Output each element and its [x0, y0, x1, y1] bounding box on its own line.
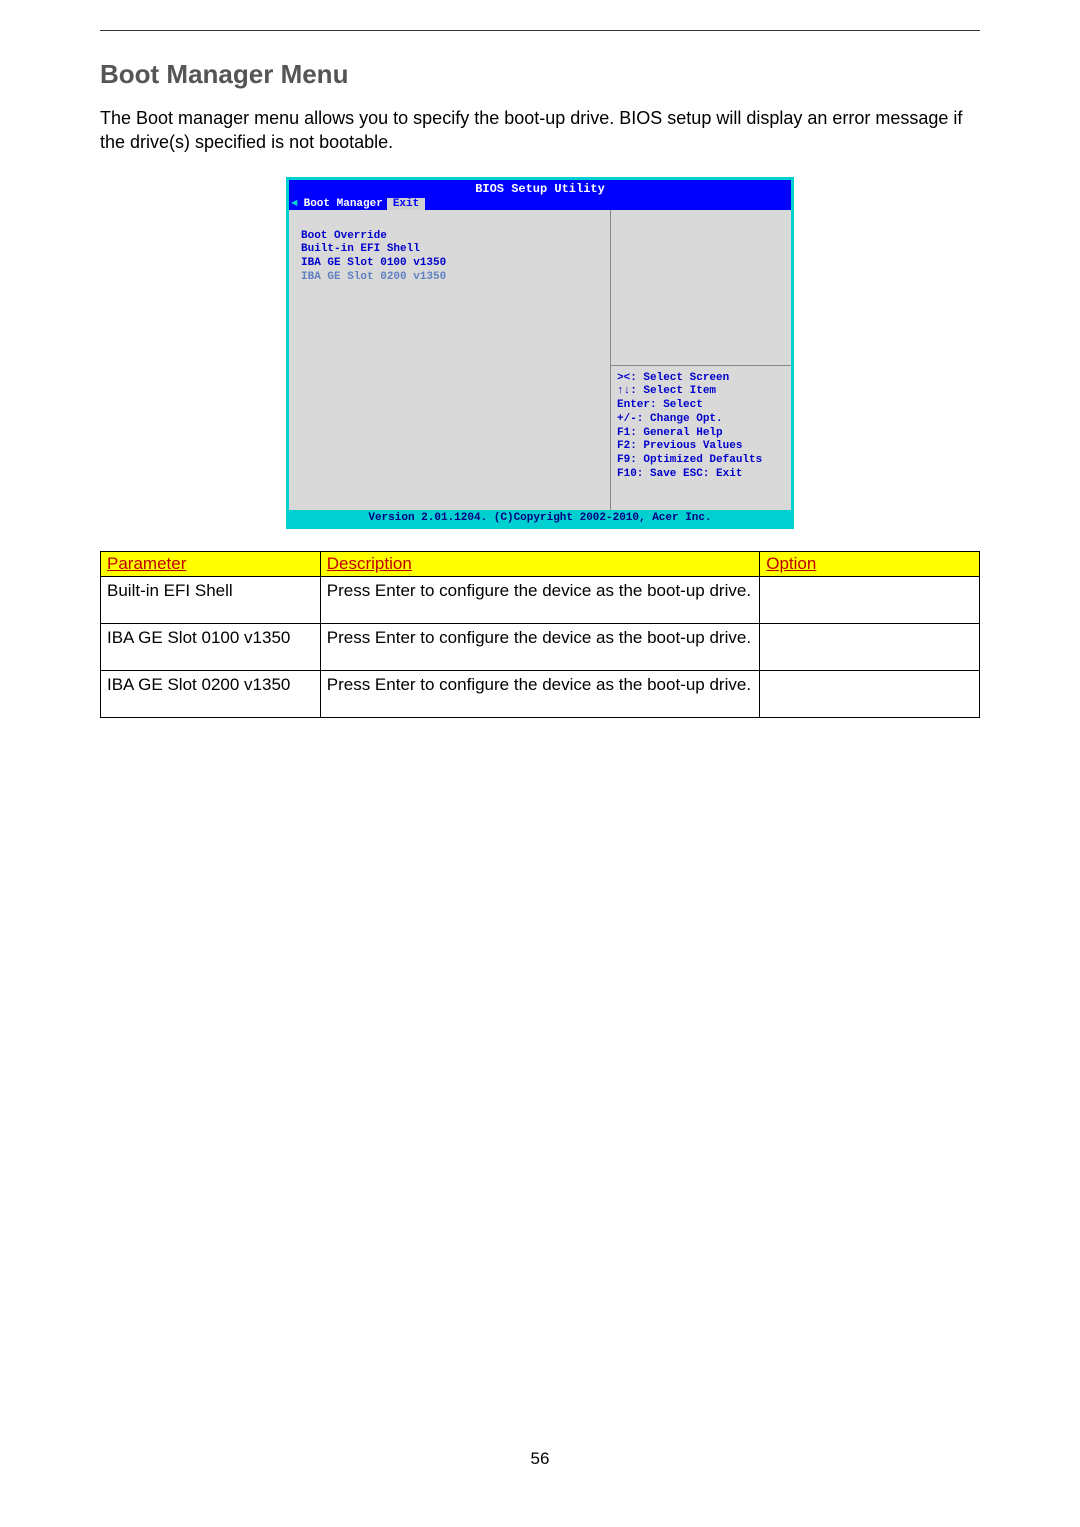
bios-item-iba-0100: IBA GE Slot 0100 v1350 [301, 257, 598, 271]
bios-right-top [611, 210, 791, 366]
th-option: Option [760, 551, 980, 576]
bios-help-line: Enter: Select [617, 399, 785, 413]
cell-opt [760, 576, 980, 623]
bios-help-line: F10: Save ESC: Exit [617, 468, 785, 482]
cell-desc: Press Enter to configure the device as t… [320, 670, 760, 717]
bios-help-line: F9: Optimized Defaults [617, 454, 785, 468]
bios-tabbar: ◄ Boot Manager Exit [289, 198, 791, 210]
bios-tab-exit: Exit [387, 198, 425, 210]
bios-screenshot: BIOS Setup Utility ◄ Boot Manager Exit B… [286, 177, 794, 529]
bios-tab-boot-manager: Boot Manager [300, 198, 387, 210]
cell-param: IBA GE Slot 0100 v1350 [101, 623, 321, 670]
intro-text: The Boot manager menu allows you to spec… [100, 106, 980, 155]
cell-param: IBA GE Slot 0200 v1350 [101, 670, 321, 717]
bios-help-keys: ><: Select Screen ↑↓: Select Item Enter:… [611, 366, 791, 510]
table-row: Built-in EFI Shell Press Enter to config… [101, 576, 980, 623]
bios-footer: Version 2.01.1204. (C)Copyright 2002-201… [289, 510, 791, 526]
top-rule [100, 30, 980, 31]
table-row: IBA GE Slot 0100 v1350 Press Enter to co… [101, 623, 980, 670]
bios-help-line: +/-: Change Opt. [617, 413, 785, 427]
bios-help-line: ><: Select Screen [617, 372, 785, 386]
bios-title: BIOS Setup Utility [289, 180, 791, 198]
th-description: Description [320, 551, 760, 576]
bios-help-line: F1: General Help [617, 427, 785, 441]
bios-tab-arrow-left-icon: ◄ [289, 198, 300, 210]
bios-help-line: F2: Previous Values [617, 440, 785, 454]
cell-opt [760, 623, 980, 670]
bios-left-pane: Boot Override Built-in EFI Shell IBA GE … [289, 210, 611, 510]
cell-desc: Press Enter to configure the device as t… [320, 576, 760, 623]
page-number: 56 [0, 1449, 1080, 1469]
parameter-table: Parameter Description Option Built-in EF… [100, 551, 980, 718]
bios-item-iba-0200: IBA GE Slot 0200 v1350 [301, 271, 598, 285]
bios-help-line: ↑↓: Select Item [617, 385, 785, 399]
cell-desc: Press Enter to configure the device as t… [320, 623, 760, 670]
bios-item-boot-override: Boot Override [301, 230, 598, 244]
cell-opt [760, 670, 980, 717]
bios-item-efi-shell: Built-in EFI Shell [301, 243, 598, 257]
bios-right-pane: ><: Select Screen ↑↓: Select Item Enter:… [611, 210, 791, 510]
table-row: IBA GE Slot 0200 v1350 Press Enter to co… [101, 670, 980, 717]
page-heading: Boot Manager Menu [100, 59, 980, 90]
cell-param: Built-in EFI Shell [101, 576, 321, 623]
th-parameter: Parameter [101, 551, 321, 576]
